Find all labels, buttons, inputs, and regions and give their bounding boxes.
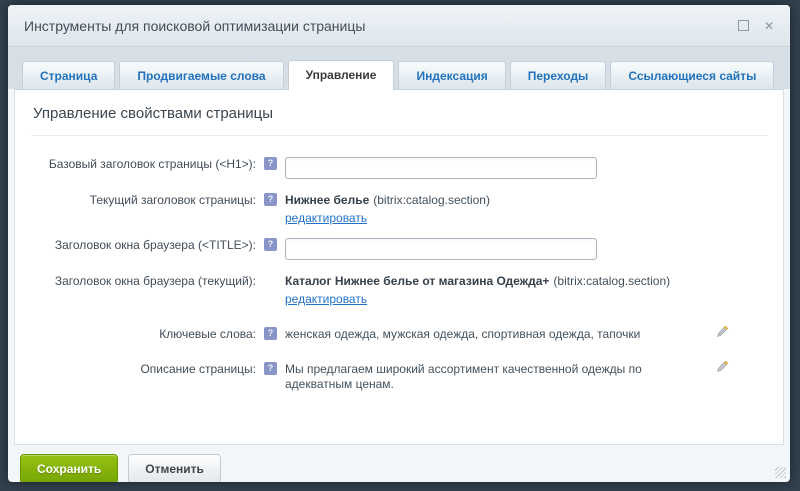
field-value: Нижнее белье (bitrix:catalog.section) ред… [285, 189, 767, 226]
form-row-current-title: Текущий заголовок страницы: ? Нижнее бел… [31, 189, 767, 226]
description-value: Мы предлагаем широкий ассортимент качест… [285, 358, 677, 392]
help-icon[interactable]: ? [264, 238, 277, 251]
field-value: Каталог Нижнее белье от магазина Одежда+… [285, 270, 767, 307]
form-row-current-browser-title: Заголовок окна браузера (текущий): Катал… [31, 270, 767, 307]
tab-bar: Страница Продвигаемые слова Управление И… [8, 47, 790, 89]
cancel-button[interactable]: Отменить [128, 454, 221, 482]
maximize-icon[interactable] [738, 20, 749, 31]
edit-description-button[interactable] [677, 358, 767, 377]
tab-referring-sites[interactable]: Ссылающиеся сайты [610, 61, 774, 89]
field-label: Базовый заголовок страницы (<H1>): [31, 153, 256, 172]
current-browser-title-value: Каталог Нижнее белье от магазина Одежда+… [285, 274, 767, 289]
field-value [285, 153, 767, 179]
tab-content-panel: Управление свойствами страницы Базовый з… [14, 89, 784, 445]
browser-title-input[interactable] [285, 238, 597, 260]
edit-link[interactable]: редактировать [285, 292, 367, 307]
value-suffix: (bitrix:catalog.section) [553, 274, 670, 288]
close-icon[interactable]: ✕ [764, 20, 774, 32]
seo-tools-dialog: Инструменты для поисковой оптимизации ст… [8, 5, 790, 482]
value-suffix: (bitrix:catalog.section) [373, 193, 490, 207]
field-value [285, 234, 767, 260]
tab-indexing[interactable]: Индексация [398, 61, 505, 89]
help-icon[interactable]: ? [264, 193, 277, 206]
keywords-value: женская одежда, мужская одежда, спортивн… [285, 323, 677, 342]
form-row-keywords: Ключевые слова: ? женская одежда, мужска… [31, 323, 767, 342]
base-h1-input[interactable] [285, 157, 597, 179]
dialog-title: Инструменты для поисковой оптимизации ст… [24, 18, 365, 34]
field-label: Текущий заголовок страницы: [31, 189, 256, 208]
seo-form: Базовый заголовок страницы (<H1>): ? Тек… [15, 136, 783, 392]
dialog-footer: Сохранить Отменить [8, 445, 790, 482]
window-controls: ✕ [738, 20, 774, 32]
dialog-titlebar: Инструменты для поисковой оптимизации ст… [8, 5, 790, 47]
help-icon[interactable]: ? [264, 327, 277, 340]
field-label: Заголовок окна браузера (<TITLE>): [31, 234, 256, 253]
form-row-base-h1: Базовый заголовок страницы (<H1>): ? [31, 153, 767, 179]
save-button[interactable]: Сохранить [20, 454, 118, 482]
field-label: Описание страницы: [31, 358, 256, 377]
page-title: Управление свойствами страницы [15, 90, 783, 135]
edit-pencil-icon [716, 325, 729, 339]
field-label: Заголовок окна браузера (текущий): [31, 270, 256, 289]
help-icon[interactable]: ? [264, 157, 277, 170]
current-title-value: Нижнее белье (bitrix:catalog.section) [285, 193, 767, 208]
resize-grip[interactable] [775, 467, 786, 478]
help-icon[interactable]: ? [264, 362, 277, 375]
tab-transitions[interactable]: Переходы [510, 61, 607, 89]
form-row-description: Описание страницы: ? Мы предлагаем широк… [31, 358, 767, 392]
field-label: Ключевые слова: [31, 323, 256, 342]
edit-pencil-icon [716, 360, 729, 374]
tab-management[interactable]: Управление [288, 60, 395, 90]
tab-page[interactable]: Страница [22, 61, 115, 89]
value-bold: Каталог Нижнее белье от магазина Одежда+ [285, 274, 549, 288]
tab-promoted-words[interactable]: Продвигаемые слова [119, 61, 283, 89]
help-spacer [264, 274, 277, 287]
edit-keywords-button[interactable] [677, 323, 767, 342]
edit-link[interactable]: редактировать [285, 211, 367, 226]
value-bold: Нижнее белье [285, 193, 369, 207]
form-row-browser-title: Заголовок окна браузера (<TITLE>): ? [31, 234, 767, 260]
